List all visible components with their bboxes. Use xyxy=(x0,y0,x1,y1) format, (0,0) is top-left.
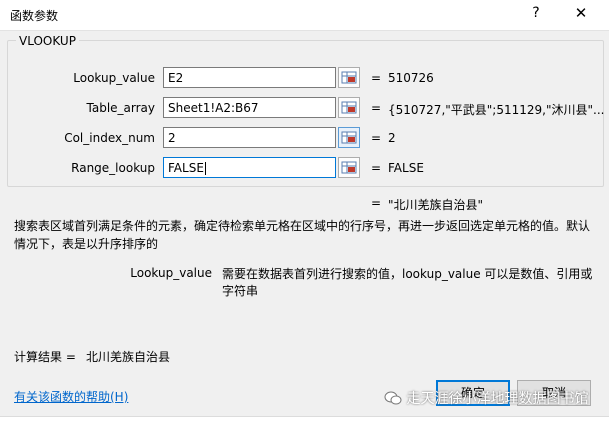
help-icon[interactable]: ? xyxy=(528,5,544,23)
watermark: 走天涯徐小洋地理数据图书馆 xyxy=(384,388,606,412)
col-index-num-equals: = xyxy=(371,131,382,145)
col-index-num-result: 2 xyxy=(388,131,396,145)
text-caret xyxy=(204,162,206,175)
range-selector-icon xyxy=(341,131,357,144)
watermark-text: 走天涯徐小洋地理数据图书馆 xyxy=(406,391,589,407)
formula-result-value: "北川羌族自治县" xyxy=(388,198,484,212)
function-name: VLOOKUP xyxy=(16,34,79,48)
lookup-value-result: 510726 xyxy=(388,71,434,85)
window-title: 函数参数 xyxy=(10,9,59,23)
range-lookup-label: Range_lookup xyxy=(71,161,155,175)
range-selector-icon xyxy=(341,101,357,114)
formula-result-equals: = xyxy=(371,196,382,210)
argument-help-text: 需要在数据表首列进行搜索的值，lookup_value 可以是数值、引用或字符串 xyxy=(222,267,593,298)
range-selector-icon xyxy=(341,71,357,84)
function-help-link[interactable]: 有关该函数的帮助(H) xyxy=(14,388,128,405)
range-lookup-result: FALSE xyxy=(388,161,424,175)
range-lookup-input[interactable]: FALSE xyxy=(163,157,336,178)
range-lookup-range-button[interactable] xyxy=(338,157,360,178)
table-array-range-button[interactable] xyxy=(338,97,360,118)
close-icon[interactable]: ✕ xyxy=(572,4,590,24)
range-lookup-text: FALSE xyxy=(168,161,204,175)
col-index-num-input[interactable]: 2 xyxy=(163,127,336,148)
argument-help-name: Lookup_value xyxy=(130,266,212,280)
background-sheet-strip xyxy=(0,416,609,428)
calc-result-label: 计算结果 = xyxy=(14,350,76,364)
table-array-input[interactable]: Sheet1!A2:B67 xyxy=(163,97,336,118)
lookup-value-input[interactable]: E2 xyxy=(163,67,336,88)
range-selector-icon xyxy=(341,161,357,174)
calc-result-value: 北川羌族自治县 xyxy=(86,350,171,364)
function-description: 搜索表区域首列满足条件的元素，确定待检索单元格在区域中的行序号，再进一步返回选定… xyxy=(14,219,591,251)
table-array-equals: = xyxy=(371,101,382,115)
lookup-value-label: Lookup_value xyxy=(73,71,155,85)
col-index-num-range-button[interactable] xyxy=(338,127,360,148)
range-lookup-equals: = xyxy=(371,161,382,175)
lookup-value-equals: = xyxy=(371,71,382,85)
lookup-value-range-button[interactable] xyxy=(338,67,360,88)
table-array-label: Table_array xyxy=(86,101,156,115)
table-array-result: {510727,"平武县";511129,"沐川县"... xyxy=(388,103,605,117)
col-index-num-label: Col_index_num xyxy=(64,131,155,145)
title-bar: 函数参数 ? ✕ xyxy=(0,0,609,31)
wechat-icon xyxy=(384,391,402,405)
